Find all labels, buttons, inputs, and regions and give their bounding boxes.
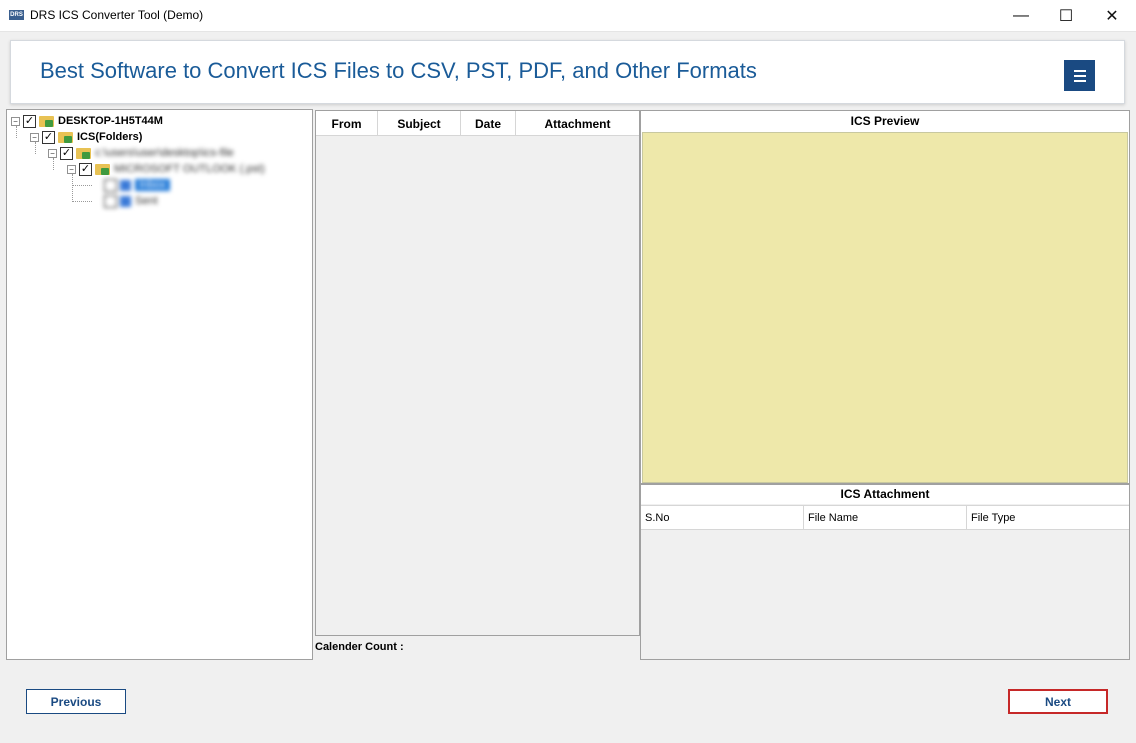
tree-node-desktop[interactable]: − ✓ DESKTOP-1H5T44M xyxy=(11,113,163,129)
attachment-title: ICS Attachment xyxy=(840,487,930,501)
maximize-button[interactable]: ☐ xyxy=(1043,0,1089,32)
hamburger-menu-icon xyxy=(1073,69,1086,72)
tree-checkbox[interactable]: ✓ xyxy=(79,162,92,176)
tree-checkbox[interactable]: ✓ xyxy=(42,130,55,144)
tree-node-ics-folders[interactable]: − ✓ ICS(Folders) xyxy=(30,129,142,145)
close-button[interactable]: ✕ xyxy=(1089,0,1135,32)
banner-title: Best Software to Convert ICS Files to CS… xyxy=(40,58,757,83)
minimize-icon: — xyxy=(1013,7,1029,24)
calendar-list-panel: From Subject Date Attachment xyxy=(315,110,640,636)
collapse-icon[interactable]: − xyxy=(48,148,57,158)
tree-node-label: DESKTOP-1H5T44M xyxy=(58,115,163,127)
tree-node-sent[interactable]: Sent xyxy=(104,193,158,209)
preview-content-area[interactable] xyxy=(642,132,1128,483)
tree-node-label: ICS(Folders) xyxy=(77,131,143,143)
column-header-date[interactable]: Date xyxy=(461,111,516,136)
menu-button[interactable] xyxy=(1064,60,1095,91)
next-button[interactable]: Next xyxy=(1008,689,1108,714)
column-header-file-type[interactable]: File Type xyxy=(967,506,1129,529)
tree-node-label: Inbox xyxy=(135,179,170,191)
folder-icon xyxy=(76,147,91,159)
folder-icon xyxy=(58,131,73,143)
tree-checkbox[interactable]: ✓ xyxy=(60,146,73,160)
close-icon: ✕ xyxy=(1105,8,1119,25)
mail-folder-icon xyxy=(120,179,131,191)
maximize-icon: ☐ xyxy=(1058,8,1074,25)
column-header-attachment[interactable]: Attachment xyxy=(516,111,639,136)
folder-tree-panel: − ✓ DESKTOP-1H5T44M − ✓ ICS(Folders) − ✓… xyxy=(6,109,313,660)
tree-node-label: MICROSOFT OUTLOOK (.pst) xyxy=(114,163,265,175)
collapse-icon[interactable]: − xyxy=(30,132,39,142)
title-bar: DRS DRS ICS Converter Tool (Demo) — ☐ ✕ xyxy=(0,0,1136,32)
collapse-icon[interactable]: − xyxy=(67,164,76,174)
tree-node-inbox[interactable]: Inbox xyxy=(104,177,170,193)
tree-node-label: c:\users\user\desktop\ics-file xyxy=(95,147,234,159)
calendar-count-label: Calender Count : xyxy=(315,641,404,653)
folder-icon xyxy=(95,163,110,175)
attachment-header: S.No File Name File Type xyxy=(641,505,1129,530)
preview-title: ICS Preview xyxy=(850,114,920,128)
app-icon: DRS xyxy=(9,10,24,20)
tree-checkbox[interactable]: ✓ xyxy=(23,114,36,128)
list-header: From Subject Date Attachment xyxy=(316,111,639,136)
column-header-file-name[interactable]: File Name xyxy=(804,506,967,529)
tree-node-label: Sent xyxy=(135,195,158,207)
folder-icon xyxy=(39,115,54,127)
minimize-button[interactable]: — xyxy=(998,0,1044,32)
tree-node-path[interactable]: − ✓ c:\users\user\desktop\ics-file xyxy=(48,145,234,161)
ics-attachment-panel: ICS Attachment S.No File Name File Type xyxy=(640,484,1130,660)
column-header-from[interactable]: From xyxy=(316,111,378,136)
column-header-subject[interactable]: Subject xyxy=(378,111,461,136)
column-header-sno[interactable]: S.No xyxy=(641,506,804,529)
collapse-icon[interactable]: − xyxy=(11,116,20,126)
header-banner: Best Software to Convert ICS Files to CS… xyxy=(10,40,1125,104)
ics-preview-panel: ICS Preview xyxy=(640,110,1130,484)
tree-checkbox[interactable] xyxy=(104,194,117,208)
mail-folder-icon xyxy=(120,195,131,207)
previous-button[interactable]: Previous xyxy=(26,689,126,714)
window-title: DRS ICS Converter Tool (Demo) xyxy=(30,8,204,22)
tree-node-pst[interactable]: − ✓ MICROSOFT OUTLOOK (.pst) xyxy=(67,161,265,177)
tree-checkbox[interactable] xyxy=(104,178,117,192)
